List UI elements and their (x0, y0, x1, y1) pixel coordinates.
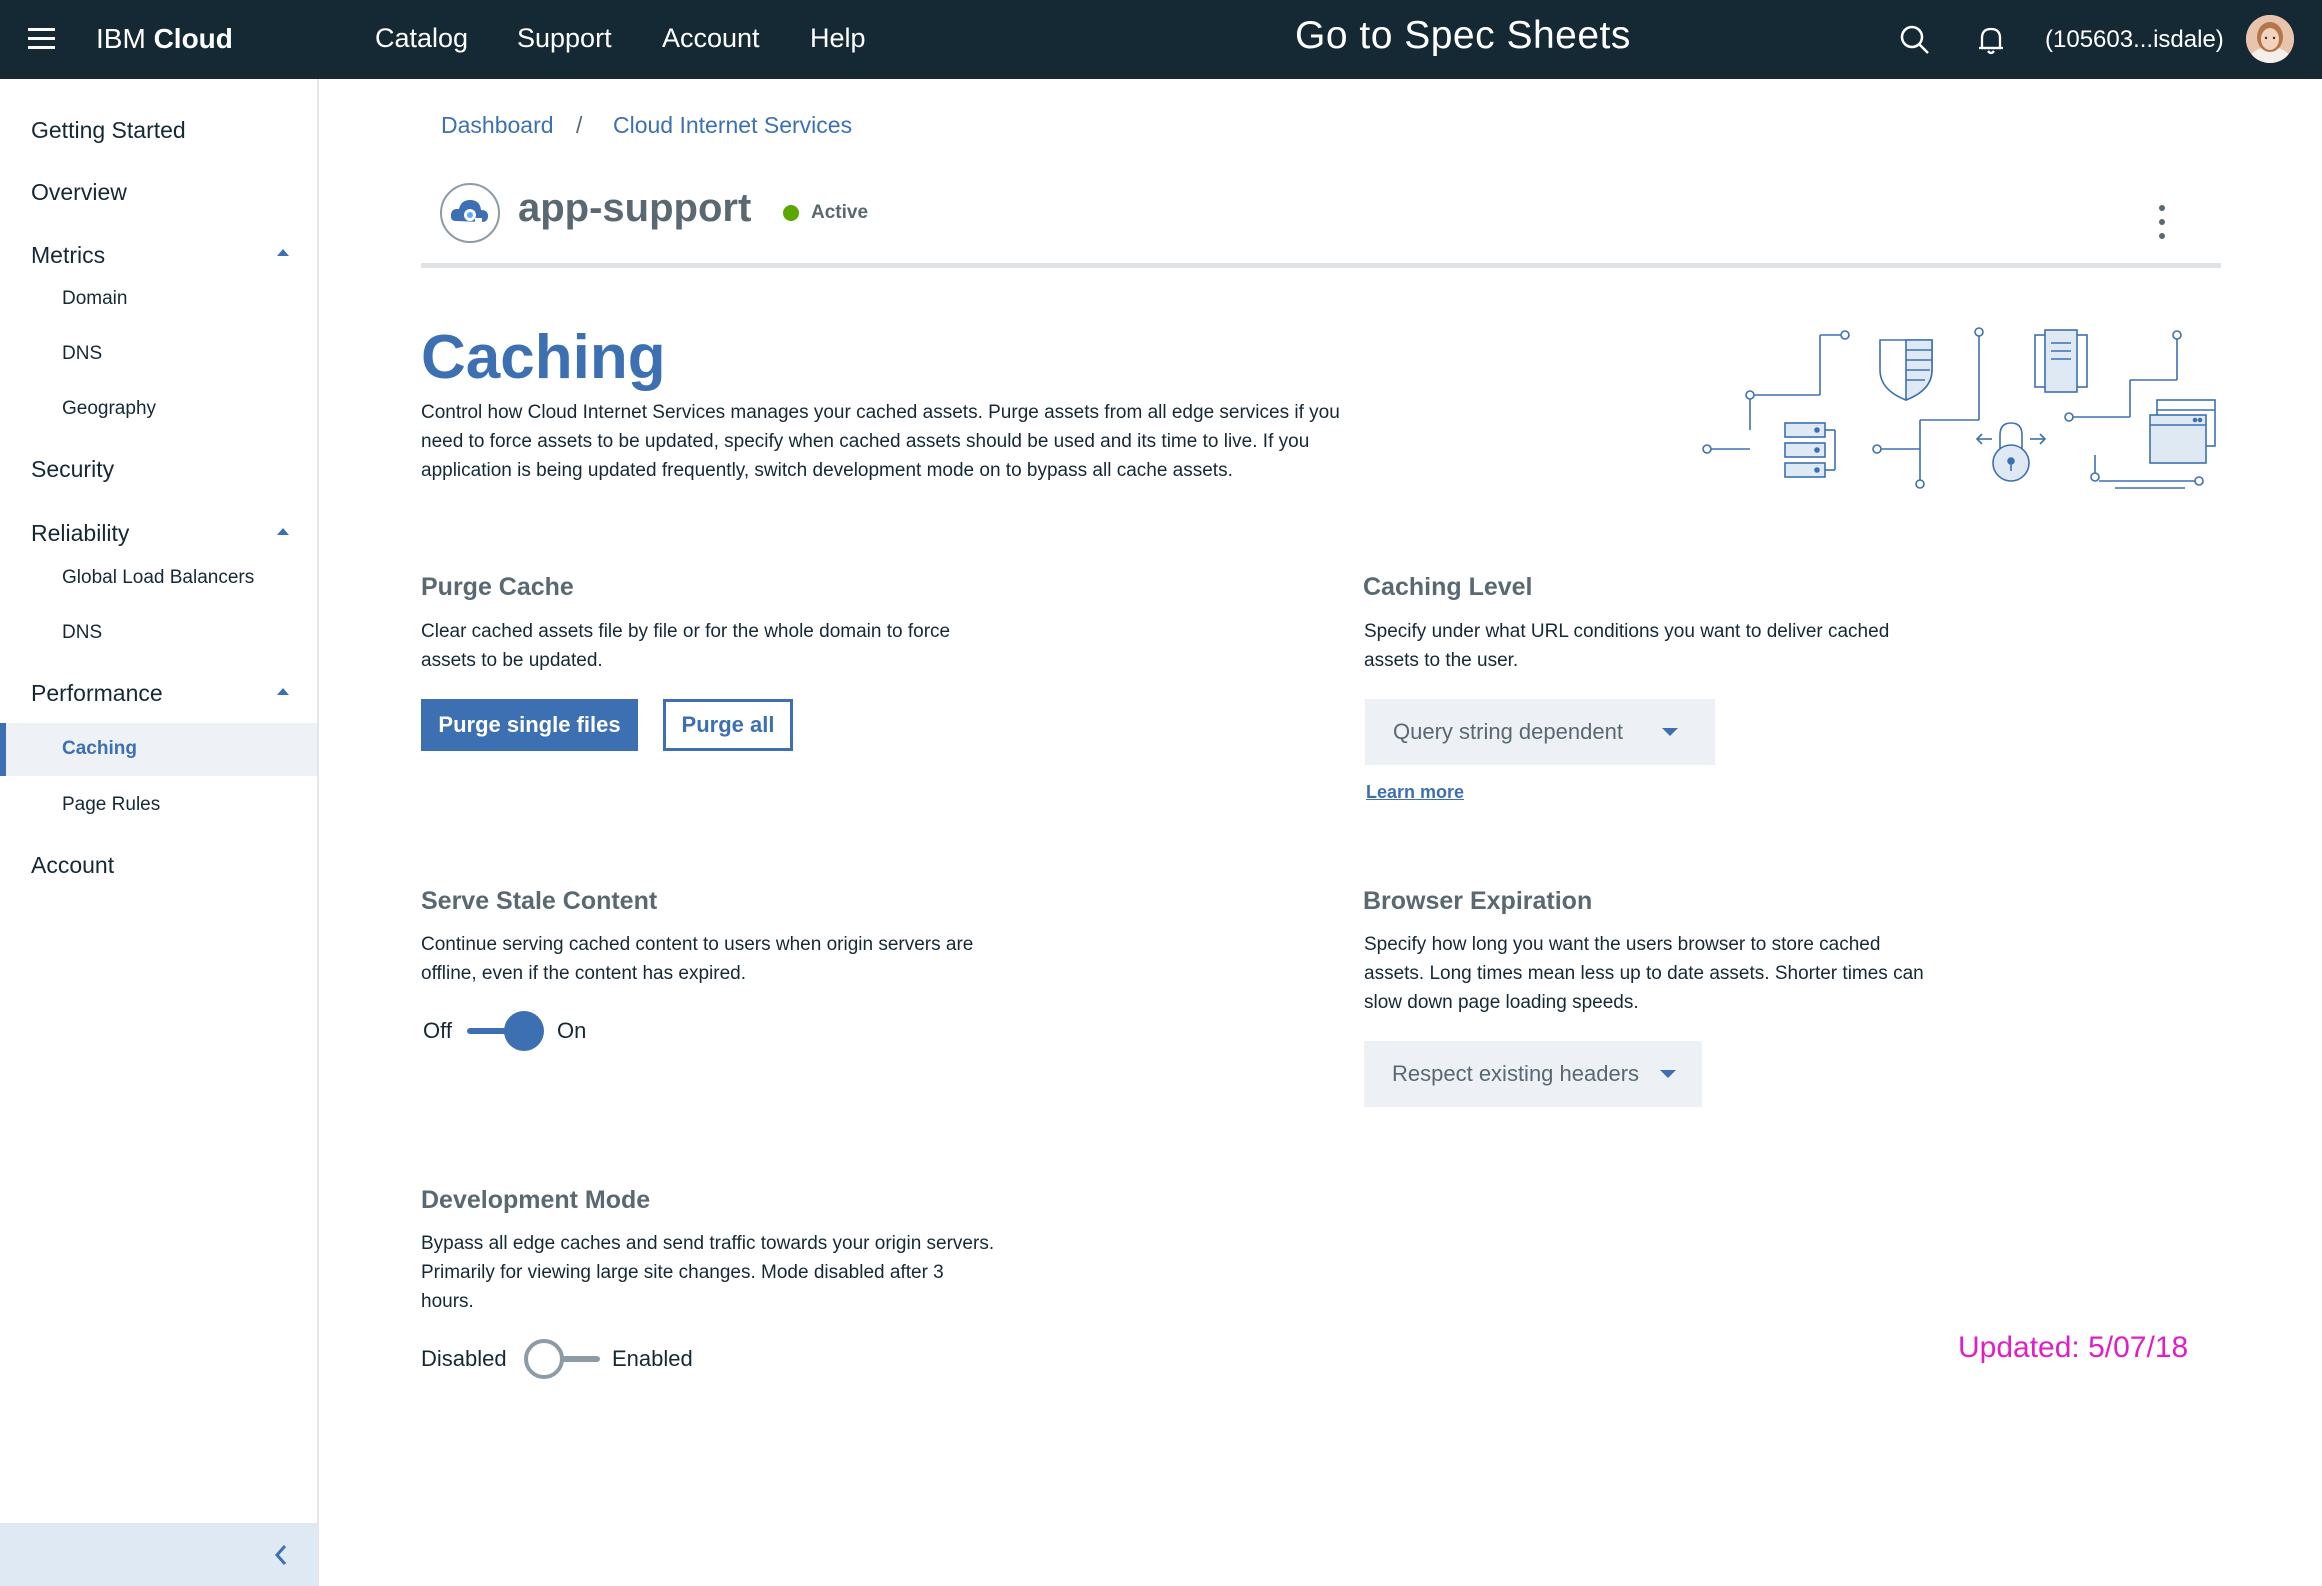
purge-cache-description: Clear cached assets file by file or for … (421, 621, 951, 671)
account-switcher[interactable]: (105603...isdale) (2045, 26, 2224, 54)
sidebar-item-metrics[interactable]: Metrics (31, 242, 105, 269)
purge-single-files-button[interactable]: Purge single files (421, 699, 638, 751)
sidebar-item-overview[interactable]: Overview (31, 179, 127, 206)
resource-name: app-support (518, 186, 752, 230)
sidebar-item-geography[interactable]: Geography (62, 398, 156, 420)
hamburger-menu-icon[interactable] (28, 28, 55, 50)
breadcrumb-dashboard[interactable]: Dashboard (441, 112, 554, 139)
sidebar-item-page-rules[interactable]: Page Rules (62, 794, 160, 816)
spec-sheets-link[interactable]: Go to Spec Sheets (1295, 14, 1631, 58)
purge-cache-title: Purge Cache (421, 573, 574, 601)
overflow-menu-icon[interactable] (2153, 203, 2171, 241)
serve-stale-content-toggle[interactable] (467, 1011, 545, 1051)
page-title: Caching (421, 323, 666, 392)
network-illustration (1695, 325, 2225, 495)
search-icon[interactable] (1897, 22, 1933, 58)
brand-prefix: IBM (96, 23, 146, 54)
sidebar-item-account[interactable]: Account (31, 852, 114, 879)
caching-level-dropdown[interactable]: Query string dependent (1365, 699, 1715, 765)
status-badge: Active (811, 202, 869, 223)
sidebar-item-reliability-dns[interactable]: DNS (62, 622, 102, 644)
cloud-internet-services-icon (440, 183, 500, 243)
status-indicator (783, 205, 799, 221)
browser-expiration-title: Browser Expiration (1363, 887, 1593, 915)
nav-account[interactable]: Account (662, 23, 760, 54)
sidebar-item-reliability[interactable]: Reliability (31, 520, 129, 547)
collapse-sidebar-button[interactable] (0, 1523, 317, 1586)
development-mode-title: Development Mode (421, 1186, 651, 1214)
nav-catalog[interactable]: Catalog (375, 23, 468, 54)
sidebar-item-metrics-dns[interactable]: DNS (62, 343, 102, 365)
breadcrumb-cloud-internet-services[interactable]: Cloud Internet Services (613, 112, 852, 139)
caret-down-icon (1662, 728, 1678, 736)
breadcrumb-separator: / (576, 112, 583, 138)
caching-level-selected: Query string dependent (1393, 719, 1623, 744)
top-navigation-bar: IBM Cloud Catalog Support Account Help G… (0, 0, 2322, 79)
toggle-knob (524, 1339, 564, 1379)
toggle-off-label: Off (423, 1018, 452, 1043)
toggle-enabled-label: Enabled (612, 1346, 693, 1371)
sidebar-item-caching[interactable]: Caching (62, 738, 137, 760)
toggle-on-label: On (557, 1018, 587, 1043)
chevron-left-icon (274, 1545, 287, 1565)
sidebar-item-getting-started[interactable]: Getting Started (31, 117, 186, 144)
brand-suffix: Cloud (153, 23, 233, 54)
sidebar-item-global-load-balancers[interactable]: Global Load Balancers (62, 567, 254, 589)
notification-bell-icon[interactable] (1973, 22, 2009, 58)
ibm-cloud-logo[interactable]: IBM Cloud (96, 23, 233, 55)
chevron-up-icon[interactable] (277, 688, 289, 695)
development-mode-description: Bypass all edge caches and send traffic … (421, 1233, 995, 1312)
sidebar-active-indicator (0, 723, 317, 776)
learn-more-link[interactable]: Learn more (1366, 782, 1464, 803)
chevron-up-icon[interactable] (277, 528, 289, 535)
serve-stale-content-description: Continue serving cached content to users… (421, 934, 974, 984)
header-divider (421, 263, 2221, 268)
browser-expiration-description: Specify how long you want the users brow… (1364, 934, 1924, 1013)
browser-expiration-selected: Respect existing headers (1392, 1061, 1640, 1086)
nav-help[interactable]: Help (810, 23, 866, 54)
updated-date-annotation: Updated: 5/07/18 (1958, 1331, 2189, 1364)
purge-all-button[interactable]: Purge all (663, 699, 793, 751)
toggle-knob (504, 1011, 544, 1051)
nav-support[interactable]: Support (517, 23, 612, 54)
browser-expiration-dropdown[interactable]: Respect existing headers (1364, 1041, 1702, 1107)
serve-stale-content-title: Serve Stale Content (421, 887, 658, 915)
chevron-up-icon[interactable] (277, 249, 289, 256)
user-avatar[interactable] (2246, 15, 2294, 63)
caching-level-title: Caching Level (1363, 573, 1533, 601)
sidebar-item-security[interactable]: Security (31, 456, 114, 483)
development-mode-toggle[interactable] (524, 1339, 600, 1379)
sidebar-item-domain[interactable]: Domain (62, 288, 127, 310)
sidebar: Getting Started Overview Metrics Domain … (0, 79, 319, 1586)
caret-down-icon (1660, 1070, 1676, 1078)
toggle-disabled-label: Disabled (421, 1346, 507, 1371)
page-description: Control how Cloud Internet Services mana… (421, 402, 1340, 481)
sidebar-item-performance[interactable]: Performance (31, 680, 163, 707)
caching-level-description: Specify under what URL conditions you wa… (1364, 621, 1890, 671)
